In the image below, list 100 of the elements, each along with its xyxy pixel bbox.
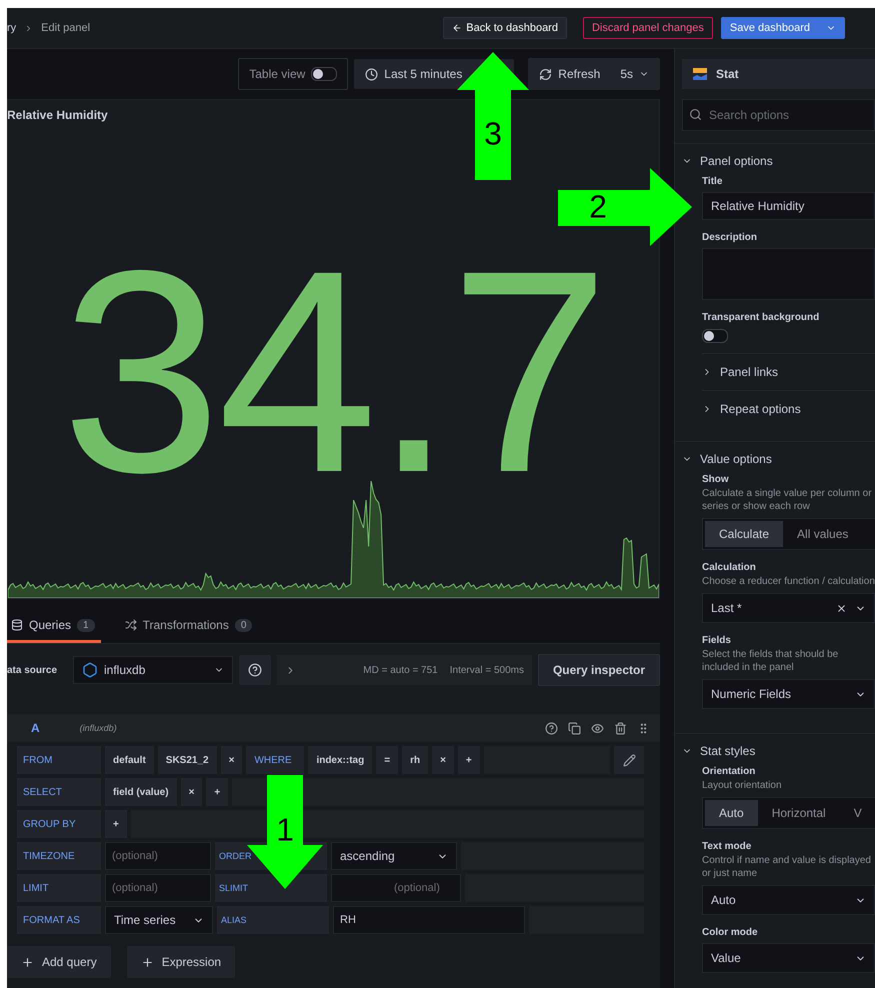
select-field[interactable]: Numeric Fields [702,679,875,709]
database-icon [11,619,23,631]
transform-icon [124,619,137,631]
radio-option[interactable]: Calculate [705,521,784,547]
optional-input[interactable]: (optional) [105,842,211,870]
search-field[interactable]: Search options [682,99,875,131]
data-source-label: ata source [7,664,58,676]
help-icon [248,663,262,677]
tab-count: 0 [234,618,252,632]
max-data-points: MD = auto = 751 [363,664,438,676]
tab-count: 1 [77,618,95,632]
field-description: Layout orientation [702,779,783,792]
field-label: Orientation [702,766,756,777]
clause-label: LIMIT [17,874,101,902]
refresh-icon [539,68,552,80]
refresh-button[interactable]: Refresh 5s [528,58,660,90]
query-segment[interactable]: rh [402,746,428,774]
trash-icon [614,722,627,734]
field-label: Calculation [702,562,757,573]
field-description: Choose a reducer function / calculation [702,575,875,588]
back-button[interactable]: Back to dashboard [443,17,567,39]
query-keyword: SLIMIT [215,874,327,902]
collapsed-section[interactable]: Panel links [720,365,778,379]
optional-input[interactable]: (optional) [105,874,211,902]
section-header[interactable]: Stat styles [700,744,756,758]
field-description: Select the fields that should be included in the panel [702,648,840,674]
help-button[interactable] [239,655,271,685]
breadcrumb-current: Edit panel [41,22,90,34]
remove-button[interactable]: × [180,778,202,806]
query-ref[interactable]: A [31,721,40,735]
clause-label: FORMAT AS [17,906,101,934]
query-segment[interactable]: index::tag [308,746,372,774]
query-select[interactable]: Time series [105,906,213,934]
clause-label: SELECT [17,778,101,806]
query-segment[interactable]: = [376,746,398,774]
select-field[interactable]: Value [702,943,875,973]
add-button[interactable]: + [105,810,127,838]
remove-button[interactable]: × [220,746,242,774]
alias-input[interactable]: RH [333,906,525,934]
query-inspector-button[interactable]: Query inspector [538,654,660,686]
query-segment[interactable]: SKS21_2 [158,746,217,774]
clear-icon [836,602,847,614]
title-input[interactable]: Relative Humidity [702,192,875,220]
clause-label: FROM [17,746,101,774]
save-button[interactable]: Save dashboard [720,17,845,39]
stat-value: 34.7 [61,228,606,516]
select-field[interactable]: Auto [702,885,875,915]
query-segment[interactable]: default [105,746,154,774]
radio-option[interactable]: Auto [705,800,758,826]
field-label: Transparent background [702,312,820,323]
back-icon [452,23,462,33]
field-label: Fields [702,635,732,646]
edit-button[interactable] [614,746,644,774]
field-label: Title [702,176,724,187]
radio-option[interactable]: All values [783,521,862,547]
visualization-picker[interactable]: Stat [682,59,875,89]
field-label: Description [702,232,758,243]
callout-number: 3 [484,116,502,152]
add-button[interactable]: + [458,746,480,774]
field-label: Text mode [702,841,752,852]
optional-input[interactable]: (optional) [331,874,461,902]
select-field[interactable]: Last * [702,593,875,623]
field-label: Color mode [702,927,759,938]
pencil-icon [622,754,636,766]
query-datasource: (influxdb) [80,723,117,733]
hexagon-icon [82,662,98,678]
clock-icon [365,68,378,80]
query-keyword: ALIAS [217,906,329,934]
clause-label: TIMEZONE [17,842,101,870]
add-button[interactable]: + [206,778,228,806]
breadcrumb-link[interactable]: ry [7,22,16,34]
panel-title: Relative Humidity [8,107,108,122]
editor-tab[interactable]: Transformations 0 [120,618,258,643]
field-label: Show [702,474,730,485]
eye-icon [591,722,604,734]
field-description: Control if name and value is displayed or just name [702,854,872,880]
radio-option[interactable]: Horizontal [758,800,840,826]
remove-button[interactable]: × [432,746,454,774]
expression-button[interactable]: Expression [126,946,236,978]
collapsed-section[interactable]: Repeat options [720,402,801,416]
clause-label: GROUP BY [17,810,101,838]
query-keyword: WHERE [246,746,304,774]
plus-icon [21,956,34,968]
radio-option[interactable]: V [840,800,875,826]
add-query-button[interactable]: Add query [7,946,111,978]
data-source-picker[interactable]: influxdb [73,656,233,684]
field-description: Calculate a single value per column or series or show each row [702,487,873,513]
stat-icon [692,67,708,81]
copy-icon [568,722,581,734]
query-segment[interactable]: field (value) [105,778,177,806]
section-header[interactable]: Value options [700,452,772,466]
help-icon [545,722,558,734]
toggle-switch[interactable] [702,329,728,343]
plus-icon [140,956,154,968]
interval-info: Interval = 500ms [450,664,524,676]
callout-number: 2 [589,188,607,226]
discard-button[interactable]: Discard panel changes [582,17,713,39]
table-view-toggle[interactable]: Table view [238,58,348,90]
section-header[interactable]: Panel options [700,154,773,168]
query-select[interactable]: ascending [331,842,457,870]
